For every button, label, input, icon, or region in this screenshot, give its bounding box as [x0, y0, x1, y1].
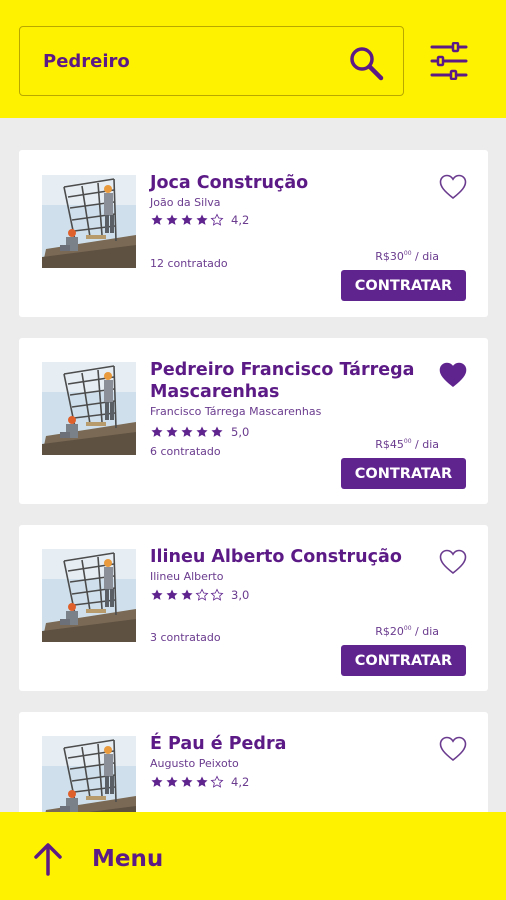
price-cents: 00	[403, 250, 412, 257]
hired-count: 6 contratado	[150, 445, 221, 458]
provider-card[interactable]: Joca Construção João da Silva 4,2 12 con…	[19, 150, 488, 317]
star-icon	[195, 775, 209, 789]
price: R$2000 / dia	[375, 625, 439, 638]
star-icon	[150, 775, 164, 789]
provider-title-line2: Mascarenhas	[150, 382, 280, 402]
provider-title-line1: Joca Construção	[150, 173, 309, 193]
price-unit: / dia	[411, 250, 439, 263]
contratar-button[interactable]: CONTRATAR	[341, 458, 466, 489]
star-icon	[180, 775, 194, 789]
star-icon	[180, 425, 194, 439]
top-bar: Pedreiro	[0, 0, 506, 118]
heart-filled-icon[interactable]	[439, 362, 467, 388]
star-icon	[210, 425, 224, 439]
star-icon	[195, 425, 209, 439]
price-main: R$45	[375, 438, 404, 451]
search-input[interactable]: Pedreiro	[43, 51, 130, 72]
provider-title[interactable]: Pedreiro Francisco Tárrega Mascarenhas	[150, 359, 430, 403]
price-main: R$30	[375, 250, 404, 263]
provider-card[interactable]: Pedreiro Francisco Tárrega Mascarenhas F…	[19, 338, 488, 504]
star-icon	[165, 775, 179, 789]
provider-owner: Francisco Tárrega Mascarenhas	[150, 405, 322, 418]
rating-value: 5,0	[231, 425, 250, 439]
star-icon	[180, 213, 194, 227]
price: R$4500 / dia	[375, 438, 439, 451]
star-empty-icon	[195, 588, 209, 602]
provider-title-line1: É Pau é Pedra	[150, 734, 287, 754]
star-empty-icon	[210, 775, 224, 789]
hired-count: 12 contratado	[150, 257, 228, 270]
star-icon	[150, 425, 164, 439]
star-rating: 5,0	[150, 424, 249, 440]
star-empty-icon	[210, 588, 224, 602]
price-unit: / dia	[411, 438, 439, 451]
provider-owner: Ilineu Alberto	[150, 570, 224, 583]
provider-photo	[42, 175, 136, 268]
price-main: R$20	[375, 625, 404, 638]
price-unit: / dia	[411, 625, 439, 638]
heart-icon[interactable]	[439, 736, 467, 762]
provider-title-line1: Pedreiro Francisco Tárrega	[150, 360, 415, 380]
star-rating: 4,2	[150, 212, 249, 228]
star-icon	[165, 213, 179, 227]
star-icon	[150, 213, 164, 227]
rating-value: 4,2	[231, 213, 250, 227]
provider-title[interactable]: É Pau é Pedra	[150, 733, 430, 755]
price: R$3000 / dia	[375, 250, 439, 263]
hired-count: 3 contratado	[150, 631, 221, 644]
arrow-up-icon[interactable]	[33, 842, 63, 876]
bottom-menu-bar[interactable]: Menu	[0, 812, 506, 900]
price-cents: 00	[403, 625, 412, 632]
provider-title[interactable]: Ilineu Alberto Construção	[150, 546, 430, 568]
star-icon	[165, 588, 179, 602]
provider-photo	[42, 362, 136, 455]
rating-value: 3,0	[231, 588, 250, 602]
star-icon	[195, 213, 209, 227]
rating-value: 4,2	[231, 775, 250, 789]
star-rating: 3,0	[150, 587, 249, 603]
contratar-button[interactable]: CONTRATAR	[341, 645, 466, 676]
contratar-button[interactable]: CONTRATAR	[341, 270, 466, 301]
search-icon[interactable]	[348, 45, 384, 81]
provider-photo	[42, 549, 136, 642]
heart-icon[interactable]	[439, 174, 467, 200]
heart-icon[interactable]	[439, 549, 467, 575]
star-empty-icon	[210, 213, 224, 227]
provider-owner: Augusto Peixoto	[150, 757, 239, 770]
provider-owner: João da Silva	[150, 196, 221, 209]
star-icon	[165, 425, 179, 439]
menu-label[interactable]: Menu	[92, 846, 163, 872]
price-cents: 00	[403, 438, 412, 445]
provider-title-line1: Ilineu Alberto Construção	[150, 547, 402, 567]
search-box[interactable]: Pedreiro	[19, 26, 404, 96]
provider-card[interactable]: Ilineu Alberto Construção Ilineu Alberto…	[19, 525, 488, 691]
star-rating: 4,2	[150, 774, 249, 790]
star-icon	[180, 588, 194, 602]
provider-title[interactable]: Joca Construção	[150, 172, 430, 194]
star-icon	[150, 588, 164, 602]
filter-sliders-icon[interactable]	[429, 42, 469, 80]
